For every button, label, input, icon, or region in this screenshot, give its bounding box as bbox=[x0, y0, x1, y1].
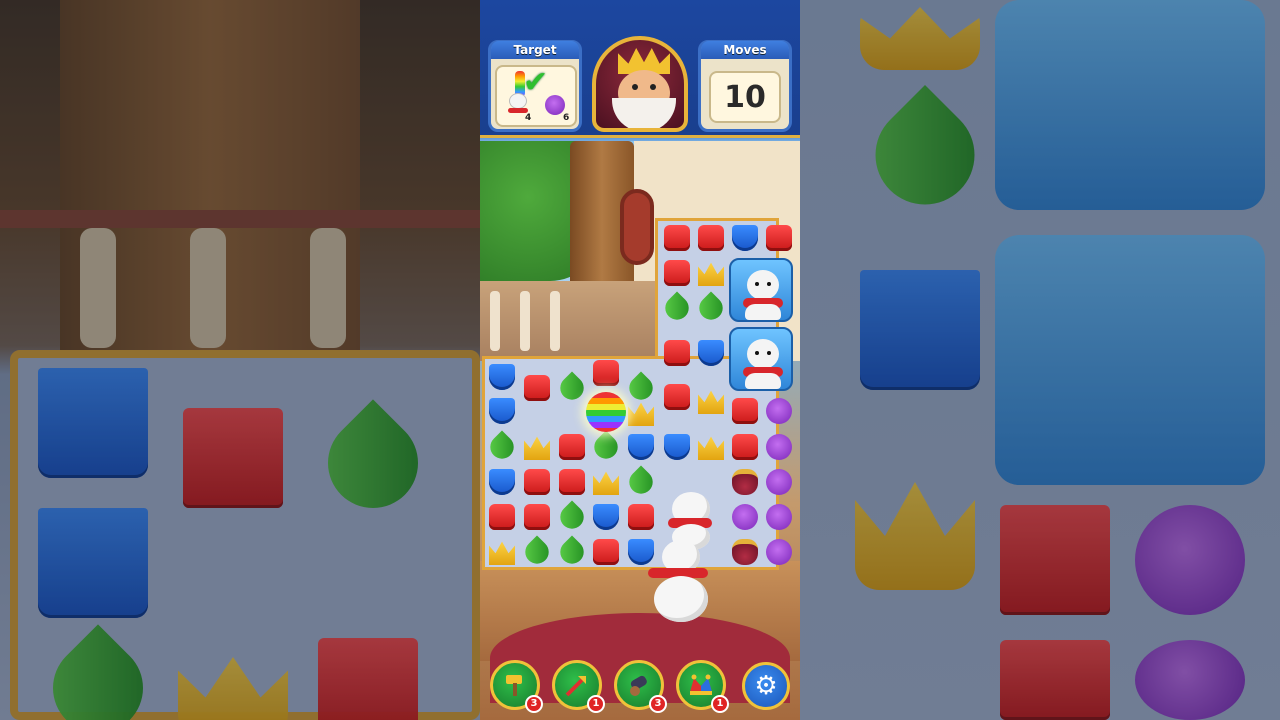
blurred-background-right bbox=[800, 0, 1280, 720]
jester-hat-icon bbox=[690, 674, 712, 695]
red-block-piece[interactable] bbox=[555, 430, 589, 464]
cannon-icon bbox=[630, 675, 647, 696]
booster-count-badge: 3 bbox=[525, 695, 543, 713]
yellow-crown-piece[interactable] bbox=[694, 430, 728, 464]
green-leaf-piece[interactable] bbox=[555, 535, 589, 569]
red-block-piece[interactable] bbox=[520, 500, 554, 534]
target-label: Target bbox=[491, 41, 579, 59]
blurred-background-left bbox=[0, 0, 480, 720]
jester-hat-booster-button[interactable]: 1 bbox=[676, 660, 729, 713]
red-block-piece[interactable] bbox=[660, 256, 694, 290]
moves-panel: Moves 10 bbox=[698, 40, 792, 132]
blue-shield-piece[interactable] bbox=[485, 465, 519, 499]
blue-shield-piece[interactable] bbox=[589, 500, 623, 534]
purple-pig-piece[interactable] bbox=[762, 430, 796, 464]
yellow-crown-piece[interactable] bbox=[589, 465, 623, 499]
green-leaf-piece[interactable] bbox=[555, 371, 589, 405]
booster-bar: 3 1 3 1 ⚙ bbox=[480, 656, 800, 720]
purple-pig-piece[interactable] bbox=[762, 500, 796, 534]
frozen-bear-tile[interactable] bbox=[729, 327, 793, 391]
blue-shield-piece[interactable] bbox=[660, 430, 694, 464]
balcony bbox=[480, 281, 660, 361]
polar-bear-character bbox=[646, 540, 716, 624]
green-leaf-piece[interactable] bbox=[624, 465, 658, 499]
moves-counter: 10 bbox=[709, 71, 781, 123]
purple-pig-piece[interactable] bbox=[728, 500, 762, 534]
red-block-piece[interactable] bbox=[589, 356, 623, 390]
red-block-piece[interactable] bbox=[762, 221, 796, 255]
booster-count-badge: 3 bbox=[649, 695, 667, 713]
moves-label: Moves bbox=[701, 41, 789, 59]
green-leaf-piece[interactable] bbox=[485, 430, 519, 464]
gear-icon: ⚙ bbox=[754, 671, 778, 701]
blue-shield-piece[interactable] bbox=[694, 336, 728, 370]
red-block-piece[interactable] bbox=[485, 500, 519, 534]
red-block-piece[interactable] bbox=[520, 371, 554, 405]
hammer-icon bbox=[506, 675, 522, 696]
yellow-crown-piece[interactable] bbox=[520, 430, 554, 464]
red-block-piece[interactable] bbox=[624, 500, 658, 534]
purple-pig-piece[interactable] bbox=[762, 465, 796, 499]
blue-shield-piece[interactable] bbox=[624, 430, 658, 464]
green-leaf-piece[interactable] bbox=[589, 430, 623, 464]
hud-bar: Target 4 6 ✔ Moves 10 bbox=[480, 0, 800, 138]
green-leaf-piece[interactable] bbox=[520, 535, 554, 569]
green-leaf-piece[interactable] bbox=[555, 500, 589, 534]
settings-button[interactable]: ⚙ bbox=[742, 662, 790, 710]
yellow-crown-piece[interactable] bbox=[694, 256, 728, 290]
red-block-piece[interactable] bbox=[660, 221, 694, 255]
booster-count-badge: 1 bbox=[711, 695, 729, 713]
yellow-crown-piece[interactable] bbox=[624, 396, 658, 430]
red-block-piece[interactable] bbox=[589, 535, 623, 569]
pig-target-count: 6 bbox=[563, 113, 570, 123]
purple-pig-piece[interactable] bbox=[762, 535, 796, 569]
treehouse-window bbox=[620, 189, 654, 265]
yellow-crown-piece[interactable] bbox=[694, 384, 728, 418]
red-block-piece[interactable] bbox=[728, 394, 762, 428]
purple-pig-piece[interactable] bbox=[762, 394, 796, 428]
blue-shield-piece[interactable] bbox=[728, 221, 762, 255]
target-icons: 4 6 ✔ bbox=[495, 65, 577, 127]
target-panel: Target 4 6 ✔ bbox=[488, 40, 582, 132]
red-block-piece[interactable] bbox=[555, 465, 589, 499]
game-viewport: Target 4 6 ✔ Moves 10 3 1 3 1 ⚙ bbox=[480, 0, 800, 720]
checkmark-icon: ✔ bbox=[523, 65, 549, 100]
game-screen: Target 4 6 ✔ Moves 10 3 1 3 1 ⚙ bbox=[0, 0, 1280, 720]
red-pot-piece[interactable] bbox=[728, 465, 762, 499]
green-leaf-piece[interactable] bbox=[694, 291, 728, 325]
king-avatar bbox=[592, 36, 688, 132]
red-block-piece[interactable] bbox=[694, 221, 728, 255]
red-block-piece[interactable] bbox=[520, 465, 554, 499]
green-leaf-piece[interactable] bbox=[660, 291, 694, 325]
red-pot-piece[interactable] bbox=[728, 535, 762, 569]
red-block-piece[interactable] bbox=[728, 430, 762, 464]
frozen-bear-tile[interactable] bbox=[729, 258, 793, 322]
red-block-piece[interactable] bbox=[660, 380, 694, 414]
rainbow-ball-booster[interactable] bbox=[586, 392, 626, 432]
hammer-booster-button[interactable]: 3 bbox=[490, 660, 543, 713]
yellow-crown-piece[interactable] bbox=[485, 535, 519, 569]
arrow-icon bbox=[565, 675, 587, 697]
cannon-booster-button[interactable]: 3 bbox=[614, 660, 667, 713]
booster-count-badge: 1 bbox=[587, 695, 605, 713]
red-block-piece[interactable] bbox=[660, 336, 694, 370]
arrow-booster-button[interactable]: 1 bbox=[552, 660, 605, 713]
blue-shield-piece[interactable] bbox=[485, 394, 519, 428]
bear-target-count: 4 bbox=[525, 113, 532, 123]
blue-shield-piece[interactable] bbox=[485, 360, 519, 394]
